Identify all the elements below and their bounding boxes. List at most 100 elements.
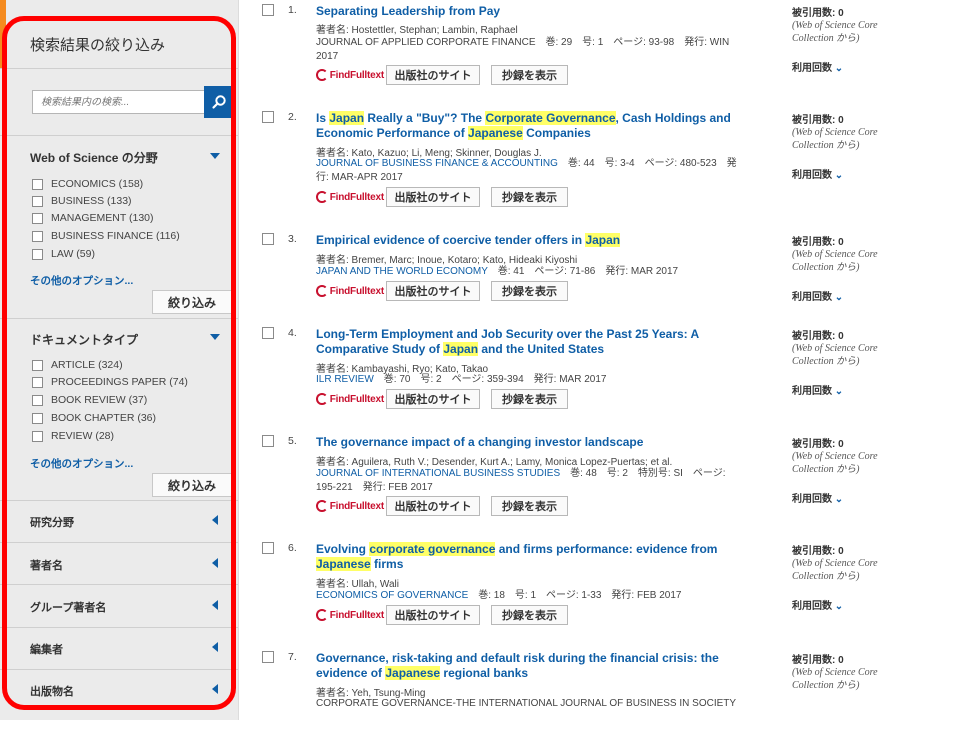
result-number: 7. <box>288 651 297 663</box>
usage-count-toggle[interactable]: 利用回数 ⌄ <box>792 382 843 397</box>
collapse-arrow-icon[interactable] <box>210 153 220 159</box>
accordion-group-authors[interactable]: グループ著者名 <box>30 599 106 615</box>
journal-name[interactable]: JOURNAL OF INTERNATIONAL BUSINESS STUDIE… <box>316 468 560 479</box>
publisher-site-button[interactable]: 出版社のサイト <box>386 496 480 516</box>
findfulltext-button[interactable]: FindFulltext <box>316 282 384 300</box>
accordion-editors[interactable]: 編集者 <box>30 641 63 657</box>
cites-source-note: (Web of Science Core Collection から) <box>792 126 942 152</box>
times-cited-label: 被引用数 <box>792 546 832 557</box>
checkbox[interactable] <box>32 230 43 242</box>
journal-name[interactable]: ILR REVIEW <box>316 374 374 385</box>
result-record: 3. Empirical evidence of coercive tender … <box>262 233 952 333</box>
show-abstract-button[interactable]: 抄録を表示 <box>491 187 568 207</box>
show-abstract-button[interactable]: 抄録を表示 <box>491 496 568 516</box>
findfulltext-button[interactable]: FindFulltext <box>316 188 384 206</box>
checkbox[interactable] <box>32 376 43 388</box>
filter-option[interactable]: ARTICLE (324) <box>32 357 123 373</box>
source-details: 巻: 18 号: 1 ページ: 1-33 発行: FEB 2017 <box>478 590 682 601</box>
accordion-authors[interactable]: 著者名 <box>30 557 63 573</box>
result-title-link[interactable]: Is Japan Really a "Buy"? The Corporate G… <box>316 111 736 141</box>
checkbox[interactable] <box>32 412 43 424</box>
result-checkbox[interactable] <box>262 435 274 447</box>
usage-count-toggle[interactable]: 利用回数 ⌄ <box>792 288 843 303</box>
result-checkbox[interactable] <box>262 542 274 554</box>
cites-source-line: Collection から) <box>792 140 860 151</box>
usage-label: 利用回数 <box>792 601 832 612</box>
publisher-site-button[interactable]: 出版社のサイト <box>386 187 480 207</box>
filter-option[interactable]: ECONOMICS (158) <box>32 176 143 192</box>
publisher-site-button[interactable]: 出版社のサイト <box>386 389 480 409</box>
chevron-down-icon: ⌄ <box>832 170 844 181</box>
title-highlight: corporate governance <box>369 542 496 556</box>
journal-name[interactable]: JOURNAL OF BUSINESS FINANCE & ACCOUNTING <box>316 158 558 169</box>
cites-source-line: Collection から) <box>792 33 860 44</box>
filter-option[interactable]: BOOK REVIEW (37) <box>32 392 147 408</box>
usage-count-toggle[interactable]: 利用回数 ⌄ <box>792 59 843 74</box>
expand-arrow-icon[interactable] <box>212 642 218 652</box>
usage-count-toggle[interactable]: 利用回数 ⌄ <box>792 597 843 612</box>
result-checkbox[interactable] <box>262 4 274 16</box>
result-title-link[interactable]: Separating Leadership from Pay <box>316 4 736 19</box>
result-checkbox[interactable] <box>262 233 274 245</box>
expand-arrow-icon[interactable] <box>212 515 218 525</box>
result-record: 4. Long-Term Employment and Job Security … <box>262 327 952 427</box>
result-checkbox[interactable] <box>262 327 274 339</box>
cites-source-note: (Web of Science Core Collection から) <box>792 248 942 274</box>
findfulltext-logo-icon <box>316 191 328 203</box>
filter-option[interactable]: PROCEEDINGS PAPER (74) <box>32 374 188 390</box>
findfulltext-button[interactable]: FindFulltext <box>316 390 384 408</box>
checkbox[interactable] <box>32 359 43 371</box>
show-abstract-button[interactable]: 抄録を表示 <box>491 605 568 625</box>
publisher-site-button[interactable]: 出版社のサイト <box>386 281 480 301</box>
checkbox[interactable] <box>32 248 43 260</box>
show-abstract-button[interactable]: 抄録を表示 <box>491 389 568 409</box>
result-title-link[interactable]: Empirical evidence of coercive tender of… <box>316 233 736 248</box>
journal-name[interactable]: ECONOMICS OF GOVERNANCE <box>316 590 468 601</box>
findfulltext-button[interactable]: FindFulltext <box>316 66 384 84</box>
title-highlight: Japanese <box>385 666 441 680</box>
expand-arrow-icon[interactable] <box>212 558 218 568</box>
publisher-site-button[interactable]: 出版社のサイト <box>386 65 480 85</box>
checkbox[interactable] <box>32 430 43 442</box>
filter-option[interactable]: LAW (59) <box>32 246 95 262</box>
filter-option[interactable]: REVIEW (28) <box>32 428 114 444</box>
checkbox[interactable] <box>32 195 43 207</box>
result-title-link[interactable]: Evolving corporate governance and firms … <box>316 542 736 572</box>
usage-count-toggle[interactable]: 利用回数 ⌄ <box>792 490 843 505</box>
show-abstract-button[interactable]: 抄録を表示 <box>491 281 568 301</box>
refine-button[interactable]: 絞り込み <box>152 473 232 497</box>
accordion-research-area[interactable]: 研究分野 <box>30 514 74 530</box>
filter-option[interactable]: BUSINESS FINANCE (116) <box>32 228 180 244</box>
more-options-link[interactable]: その他のオプション... <box>30 273 133 288</box>
result-checkbox[interactable] <box>262 651 274 663</box>
result-title-link[interactable]: Long-Term Employment and Job Security ov… <box>316 327 736 357</box>
filter-option[interactable]: BOOK CHAPTER (36) <box>32 410 156 426</box>
result-title-link[interactable]: The governance impact of a changing inve… <box>316 435 736 450</box>
document-type-title[interactable]: ドキュメントタイプ <box>30 331 138 348</box>
filter-option[interactable]: BUSINESS (133) <box>32 193 132 209</box>
filter-option[interactable]: MANAGEMENT (130) <box>32 210 154 226</box>
checkbox[interactable] <box>32 178 43 190</box>
expand-arrow-icon[interactable] <box>212 684 218 694</box>
collapse-arrow-icon[interactable] <box>210 334 220 340</box>
findfulltext-button[interactable]: FindFulltext <box>316 606 384 624</box>
more-options-link[interactable]: その他のオプション... <box>30 456 133 471</box>
search-button[interactable] <box>204 86 234 118</box>
checkbox[interactable] <box>32 394 43 406</box>
wos-category-title[interactable]: Web of Science の分野 <box>30 149 158 166</box>
journal-name[interactable]: JAPAN AND THE WORLD ECONOMY <box>316 266 488 277</box>
findfulltext-button[interactable]: FindFulltext <box>316 497 384 515</box>
accordion-source-titles[interactable]: 出版物名 <box>30 683 74 699</box>
checkbox[interactable] <box>32 212 43 224</box>
publisher-site-button[interactable]: 出版社のサイト <box>386 605 480 625</box>
cites-source-line: Collection から) <box>792 464 860 475</box>
divider <box>0 135 238 136</box>
result-checkbox[interactable] <box>262 111 274 123</box>
result-title-link[interactable]: Governance, risk-taking and default risk… <box>316 651 736 681</box>
show-abstract-button[interactable]: 抄録を表示 <box>491 65 568 85</box>
expand-arrow-icon[interactable] <box>212 600 218 610</box>
usage-count-toggle[interactable]: 利用回数 ⌄ <box>792 166 843 181</box>
cites-source-note: (Web of Science Core Collection から) <box>792 19 942 45</box>
refine-button[interactable]: 絞り込み <box>152 290 232 314</box>
search-within-results-input[interactable] <box>32 90 204 114</box>
